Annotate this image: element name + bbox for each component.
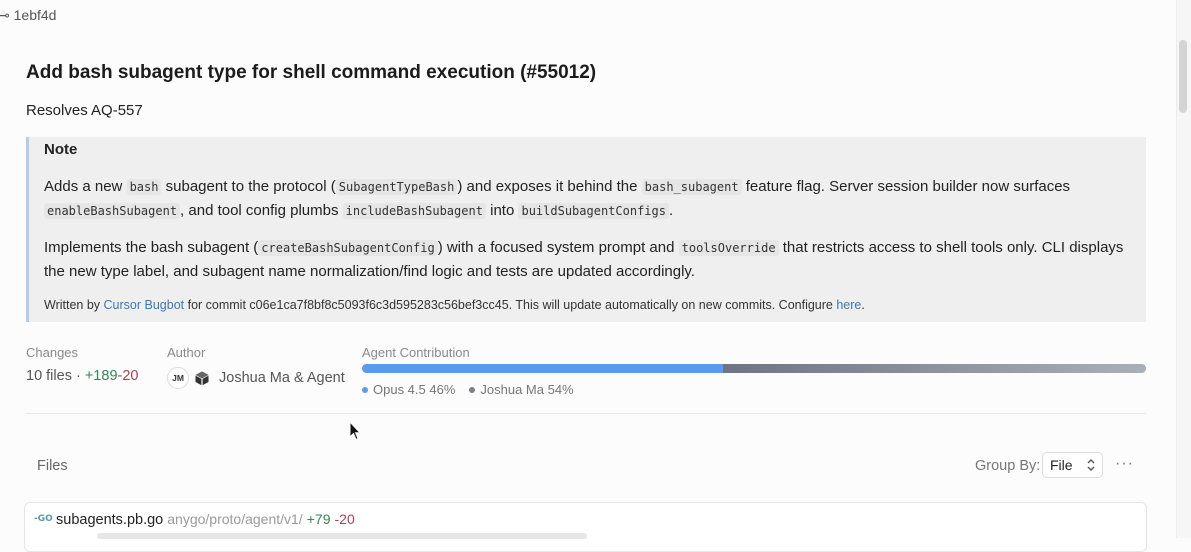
go-file-icon: -GO: [34, 514, 53, 524]
file-row[interactable]: -GO subagents.pb.go anygo/proto/agent/v1…: [24, 502, 1147, 552]
inline-code: bash: [126, 179, 162, 195]
issue-reference[interactable]: Resolves AQ-557: [26, 102, 143, 119]
dot-icon: [362, 386, 368, 393]
file-deletions: -20: [334, 511, 355, 527]
inline-code: includeBashSubagent: [342, 203, 486, 219]
note-text: Adds a new: [44, 178, 127, 195]
note-paragraph-1: Adds a new bash subagent to the protocol…: [44, 175, 1144, 223]
note-text: .: [668, 202, 674, 219]
commit-hash: 1ebf4d: [13, 7, 57, 23]
author-name: Joshua Ma & Agent: [219, 370, 345, 386]
note-footer-text: .: [861, 298, 865, 312]
note-paragraph-2: Implements the bash subagent (createBash…: [44, 236, 1144, 284]
bugbot-link[interactable]: Cursor Bugbot: [104, 298, 185, 312]
changes-deletions: -20: [117, 368, 139, 384]
note-text: feature flag. Server session builder now…: [741, 178, 1071, 195]
inline-code: bash_subagent: [641, 179, 742, 195]
changes-files: 10 files ·: [26, 368, 85, 384]
note-callout: Note Adds a new bash subagent to the pro…: [26, 137, 1146, 322]
note-heading: Note: [44, 141, 78, 158]
avatar: JM: [167, 367, 189, 389]
note-text: , and tool config plumbs: [180, 202, 343, 219]
pr-title: Add bash subagent type for shell command…: [26, 62, 597, 83]
legend-item-joshua: Joshua Ma 54%: [469, 382, 574, 397]
commit-ref[interactable]: ⊸ 1ebf4d: [0, 7, 56, 24]
contribution-bar-opus: [362, 364, 723, 373]
contribution-legend: Opus 4.5 46% Joshua Ma 54%: [362, 382, 574, 397]
file-header: subagents.pb.go anygo/proto/agent/v1/ +7…: [56, 511, 355, 528]
note-footer-text: for commit c06e1ca7f8bf8c5093f6c3d595283…: [184, 298, 837, 312]
inline-code: enableBashSubagent: [44, 203, 181, 219]
inline-code: createBashSubagentConfig: [258, 240, 438, 256]
scrollbar-thumb[interactable]: [1179, 40, 1187, 113]
inline-code: SubagentTypeBash: [335, 179, 458, 195]
configure-link[interactable]: here: [836, 298, 861, 312]
note-text: ) and exposes it behind the: [457, 178, 642, 195]
agent-contribution-label: Agent Contribution: [362, 345, 470, 360]
author-label: Author: [167, 345, 206, 360]
note-text: Implements the bash subagent (: [44, 239, 259, 256]
legend-label: Joshua Ma 54%: [480, 382, 574, 397]
group-by-value: File: [1050, 457, 1073, 473]
divider: [26, 413, 1146, 414]
file-path: anygo/proto/agent/v1/: [167, 511, 303, 527]
changes-label: Changes: [26, 345, 79, 360]
legend-label: Opus 4.5 46%: [373, 382, 456, 397]
changes-additions: +189: [84, 368, 118, 384]
chevron-up-down-icon: [1086, 458, 1096, 475]
contribution-bar-joshua: [722, 364, 1146, 373]
group-by-select[interactable]: File: [1042, 452, 1103, 478]
note-footer: Written by Cursor Bugbot for commit c06e…: [44, 298, 865, 312]
file-additions: +79: [306, 511, 331, 527]
legend-item-opus: Opus 4.5 46%: [362, 382, 455, 397]
note-footer-text: Written by: [44, 298, 104, 312]
group-by-label: Group By:: [975, 458, 1041, 474]
inline-code: toolsOverride: [678, 240, 779, 256]
author: JM Joshua Ma & Agent: [167, 367, 345, 389]
dot-icon: [469, 386, 476, 393]
inline-code: buildSubagentConfigs: [518, 203, 669, 219]
contribution-bar: [362, 364, 1146, 373]
file-diff-strip: [97, 533, 587, 539]
file-name: subagents.pb.go: [56, 512, 164, 528]
commit-branch-icon: ⊸: [0, 7, 10, 23]
more-options-button[interactable]: ···: [1115, 455, 1134, 473]
files-section-label: Files: [37, 458, 68, 474]
agent-cube-icon: [193, 369, 211, 387]
note-text: subagent to the protocol (: [161, 178, 336, 195]
note-text: ) with a focused system prompt and: [437, 239, 679, 256]
changes-summary: 10 files · +189-20: [26, 368, 138, 384]
note-text: into: [485, 202, 519, 219]
mouse-cursor-icon: [349, 420, 362, 446]
